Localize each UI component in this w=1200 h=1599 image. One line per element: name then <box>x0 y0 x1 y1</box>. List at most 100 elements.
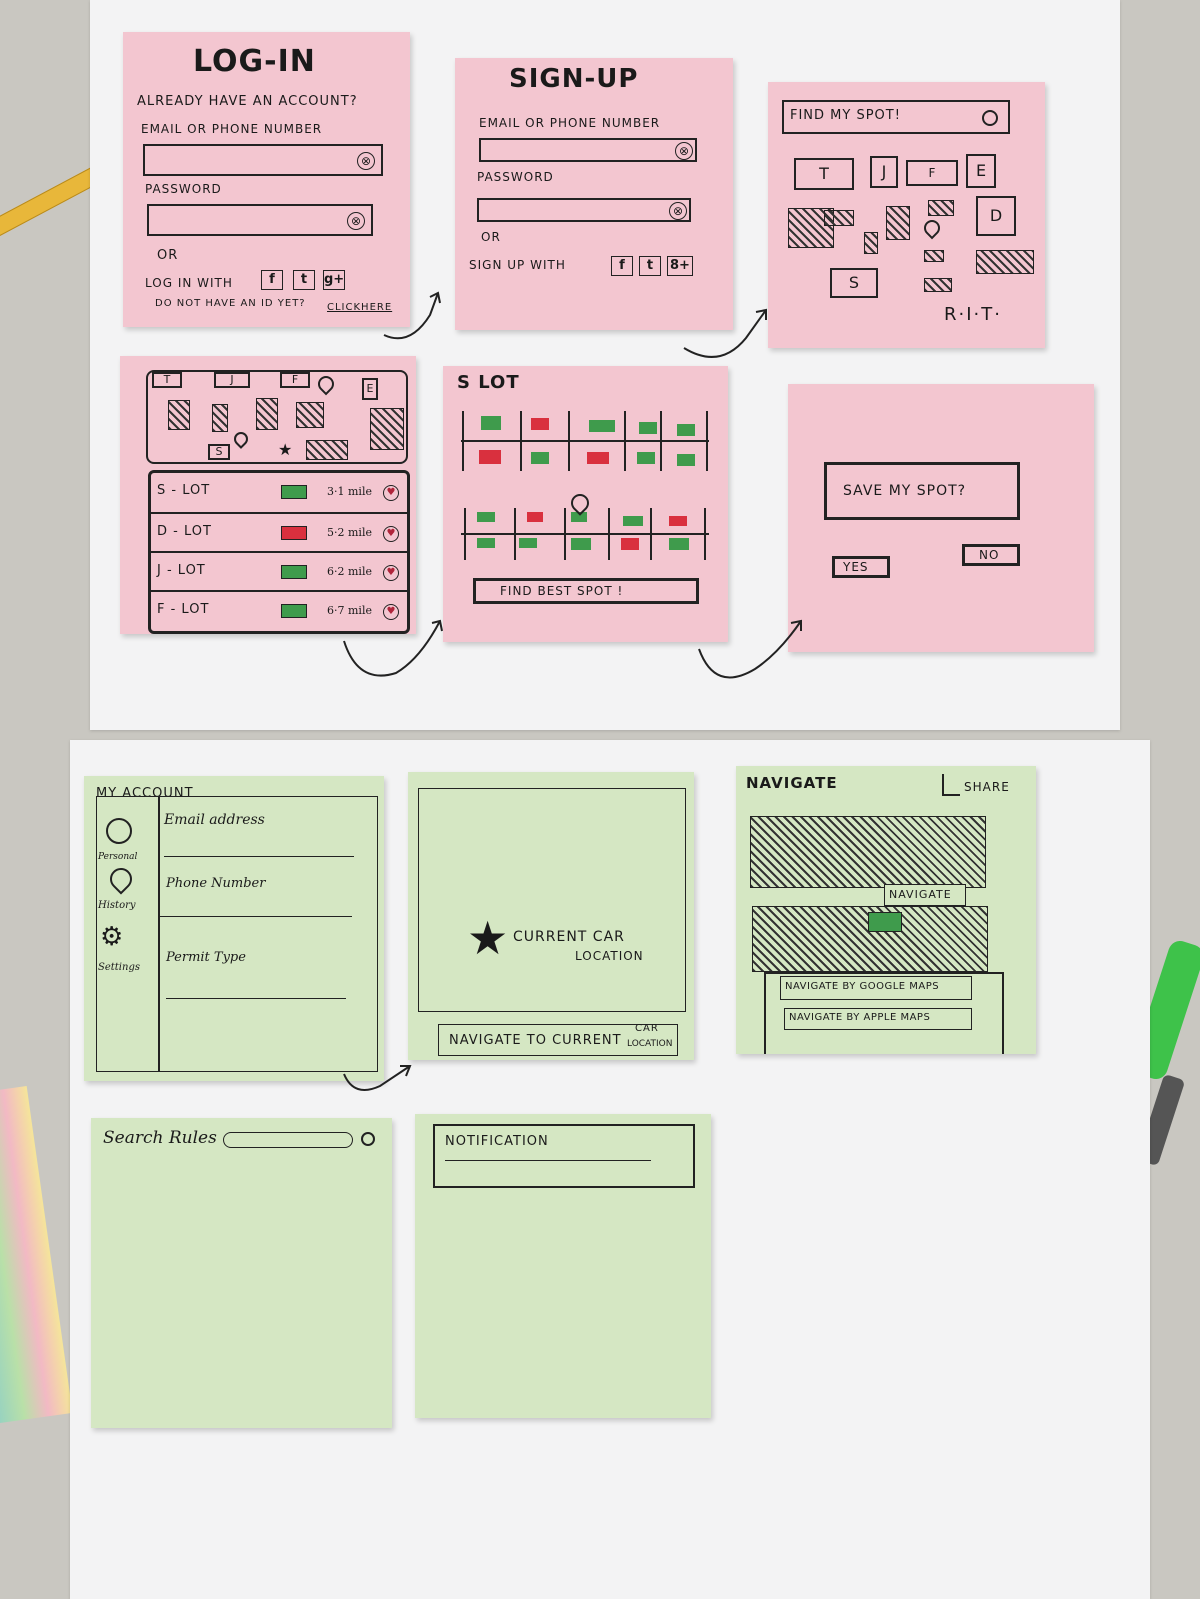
lot-row[interactable]: S - LOT 3·1 mile ♥ <box>151 473 407 512</box>
parking-lot[interactable] <box>212 404 228 432</box>
building-s[interactable]: S <box>830 268 878 298</box>
phone-number-label: Phone Number <box>166 876 266 891</box>
building-j[interactable]: J <box>870 156 898 188</box>
campus-label: R·I·T· <box>944 304 1002 325</box>
sidebar-item-settings[interactable]: Settings <box>98 962 140 973</box>
parking-space-open[interactable] <box>477 538 495 548</box>
parking-space-open[interactable] <box>677 454 695 466</box>
building-d[interactable]: D <box>976 196 1016 236</box>
building-t[interactable]: T <box>794 158 854 190</box>
parking-space-open[interactable] <box>639 422 657 434</box>
sidebar-item-history[interactable]: History <box>98 900 136 911</box>
location-pin-icon <box>920 216 944 240</box>
google-plus-icon[interactable]: 8+ <box>667 256 693 276</box>
find-best-spot-button[interactable]: FIND BEST SPOT ! <box>473 578 699 604</box>
favorite-heart-icon[interactable]: ♥ <box>383 485 399 501</box>
navigate-title: NAVIGATE <box>746 774 838 792</box>
email-address-field[interactable] <box>164 856 354 857</box>
parking-space-taken[interactable] <box>587 452 609 464</box>
building-j[interactable]: J <box>214 372 250 388</box>
parking-space-open[interactable] <box>589 420 615 432</box>
parking-space-open[interactable] <box>571 538 591 550</box>
my-account-screen: MY ACCOUNT Personal History ⚙ Settings E… <box>84 776 384 1081</box>
search-icon[interactable] <box>982 110 998 126</box>
login-password-field[interactable]: ⊗ <box>147 204 373 236</box>
parking-space-open[interactable] <box>669 538 689 550</box>
share-label[interactable]: SHARE <box>964 780 1010 794</box>
permit-type-field[interactable] <box>166 998 346 999</box>
parking-space-taken[interactable] <box>531 418 549 430</box>
parking-space-open[interactable] <box>623 516 643 526</box>
lot-row[interactable]: D - LOT 5·2 mile ♥ <box>151 512 407 553</box>
share-icon[interactable] <box>942 774 960 796</box>
car-marker[interactable] <box>868 912 902 932</box>
signup-email-field[interactable]: ⊗ <box>479 138 697 162</box>
parking-space-taken[interactable] <box>527 512 543 522</box>
parking-lot[interactable] <box>976 250 1034 274</box>
signup-email-label: EMAIL OR PHONE NUMBER <box>479 116 661 130</box>
tumblr-icon[interactable]: t <box>639 256 661 276</box>
google-plus-icon[interactable]: g+ <box>323 270 345 290</box>
building-f[interactable]: F <box>280 372 310 388</box>
parking-space-open[interactable] <box>477 512 495 522</box>
no-button[interactable]: NO <box>962 544 1020 566</box>
parking-space-open[interactable] <box>481 416 501 430</box>
parking-lot[interactable] <box>168 400 190 430</box>
signup-password-field[interactable]: ⊗ <box>477 198 691 222</box>
building-f[interactable]: F <box>906 160 958 186</box>
search-rules-input[interactable] <box>223 1132 353 1148</box>
parking-lot[interactable] <box>370 408 404 450</box>
find-spot-search[interactable]: FIND MY SPOT! <box>782 100 1010 134</box>
gear-icon[interactable]: ⚙ <box>100 924 123 950</box>
parking-lot[interactable] <box>296 402 324 428</box>
facebook-icon[interactable]: f <box>261 270 283 290</box>
twitter-icon[interactable]: t <box>293 270 315 290</box>
yes-button[interactable]: YES <box>832 556 890 578</box>
find-spot-screen: FIND MY SPOT! T J F E D S R·I·T· <box>768 82 1045 348</box>
parking-space-open[interactable] <box>677 424 695 436</box>
sidebar-item-personal[interactable]: Personal <box>98 852 137 862</box>
parking-space-open[interactable] <box>519 538 537 548</box>
notification-item[interactable] <box>445 1160 651 1161</box>
parking-lot[interactable] <box>928 200 954 216</box>
navigate-to-car-label-top: CAR <box>635 1023 659 1034</box>
login-with-text: LOG IN WITH <box>145 276 233 290</box>
building-e[interactable]: E <box>362 378 378 400</box>
clear-icon[interactable]: ⊗ <box>357 152 375 170</box>
login-email-field[interactable]: ⊗ <box>143 144 383 176</box>
parking-lot[interactable] <box>924 278 952 292</box>
parking-lot[interactable] <box>864 232 878 254</box>
favorite-heart-icon[interactable]: ♥ <box>383 526 399 542</box>
parking-lot[interactable] <box>824 210 854 226</box>
parking-space-open[interactable] <box>531 452 549 464</box>
parking-space-taken[interactable] <box>479 450 501 464</box>
parking-lot[interactable] <box>256 398 278 430</box>
parking-lot[interactable] <box>306 440 348 460</box>
mini-map: T J F E S ★ <box>146 370 408 464</box>
building-e[interactable]: E <box>966 154 996 188</box>
facebook-icon[interactable]: f <box>611 256 633 276</box>
building-t[interactable]: T <box>152 372 182 388</box>
parking-lot[interactable] <box>886 206 910 240</box>
car-location-label-2: LOCATION <box>575 949 644 963</box>
parking-space-taken[interactable] <box>621 538 639 550</box>
clear-icon[interactable]: ⊗ <box>347 212 365 230</box>
navigate-to-car-button[interactable]: NAVIGATE TO CURRENT CAR LOCATION <box>438 1023 678 1056</box>
favorite-heart-icon[interactable]: ♥ <box>383 565 399 581</box>
clear-icon[interactable]: ⊗ <box>669 202 687 220</box>
save-spot-dialog: SAVE MY SPOT? <box>824 462 1020 520</box>
building-s[interactable]: S <box>208 444 230 460</box>
no-id-text: DO NOT HAVE AN ID YET? <box>155 298 306 309</box>
phone-number-field[interactable] <box>160 916 352 917</box>
person-icon[interactable] <box>106 818 132 844</box>
navigate-pin-label[interactable]: NAVIGATE <box>884 884 966 906</box>
parking-space-open[interactable] <box>637 452 655 464</box>
search-icon[interactable] <box>361 1132 375 1146</box>
lot-row[interactable]: J - LOT 6·2 mile ♥ <box>151 551 407 592</box>
map-block <box>750 816 986 888</box>
car-location-map: ★ CURRENT CAR LOCATION <box>418 788 686 1012</box>
clear-icon[interactable]: ⊗ <box>675 142 693 160</box>
login-email-label: EMAIL OR PHONE NUMBER <box>141 122 323 136</box>
parking-space-taken[interactable] <box>669 516 687 526</box>
parking-lot[interactable] <box>924 250 944 262</box>
